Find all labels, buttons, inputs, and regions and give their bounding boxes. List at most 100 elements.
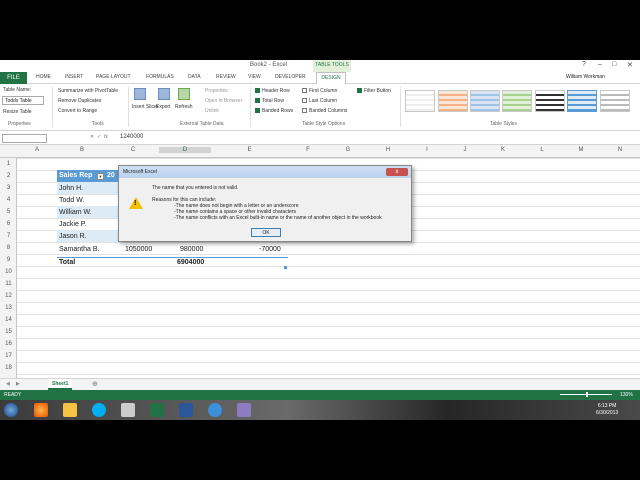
- tab-home[interactable]: HOME: [36, 74, 51, 80]
- formula-input[interactable]: 1240000: [120, 134, 143, 140]
- enter-icon[interactable]: ✓: [97, 134, 101, 140]
- cancel-icon[interactable]: ✕: [90, 134, 94, 140]
- row-header[interactable]: 4: [0, 197, 17, 203]
- row-header[interactable]: 1: [0, 161, 17, 167]
- header-row-checkbox[interactable]: Header Row: [255, 88, 290, 94]
- refresh-button[interactable]: Refresh: [175, 104, 193, 110]
- banded-columns-checkbox[interactable]: Banded Columns: [302, 108, 347, 114]
- column-header[interactable]: M: [562, 147, 600, 153]
- word-icon[interactable]: [179, 403, 193, 417]
- column-header[interactable]: I: [408, 147, 446, 153]
- table-style-swatch[interactable]: [470, 90, 500, 112]
- rep-cell[interactable]: William W.: [59, 209, 92, 216]
- row-header[interactable]: 2: [0, 173, 17, 179]
- column-header-selected[interactable]: D: [159, 147, 211, 153]
- help-icon[interactable]: ?: [582, 61, 586, 68]
- rep-cell[interactable]: John H.: [59, 185, 83, 192]
- fx-icon[interactable]: fx: [104, 134, 108, 140]
- row-header[interactable]: 7: [0, 233, 17, 239]
- tab-page-layout[interactable]: PAGE LAYOUT: [96, 74, 131, 80]
- convert-to-range-button[interactable]: Convert to Range: [58, 108, 97, 114]
- remove-duplicates-button[interactable]: Remove Duplicates: [58, 98, 101, 104]
- rep-cell[interactable]: Jackie P.: [59, 221, 87, 228]
- row-header[interactable]: 5: [0, 209, 17, 215]
- tab-view[interactable]: VIEW: [248, 74, 261, 80]
- ie-icon[interactable]: [208, 403, 222, 417]
- minimize-icon[interactable]: –: [598, 61, 602, 68]
- table-style-swatch[interactable]: [405, 90, 435, 112]
- ok-button[interactable]: OK: [251, 228, 281, 237]
- column-header[interactable]: G: [328, 147, 368, 153]
- properties-button[interactable]: Properties: [205, 88, 228, 94]
- value-cell[interactable]: 980000: [180, 246, 203, 253]
- insert-slicer-button[interactable]: Insert Slicer: [132, 104, 158, 110]
- open-in-browser-button[interactable]: Open in Browser: [205, 98, 242, 104]
- table-style-swatch[interactable]: [438, 90, 468, 112]
- export-button[interactable]: Export: [156, 104, 170, 110]
- rep-cell[interactable]: Jason R.: [59, 233, 87, 240]
- banded-rows-checkbox[interactable]: Banded Rows: [255, 108, 293, 114]
- table-style-swatch[interactable]: [600, 90, 630, 112]
- column-header[interactable]: J: [446, 147, 484, 153]
- sales-rep-header[interactable]: Sales Rep: [59, 172, 92, 179]
- tab-review[interactable]: REVIEW: [216, 74, 236, 80]
- rep-cell[interactable]: Todd W.: [59, 197, 84, 204]
- row-header[interactable]: 15: [0, 329, 17, 335]
- skype-icon[interactable]: [92, 403, 106, 417]
- start-button-icon[interactable]: [4, 403, 18, 417]
- column-header[interactable]: F: [288, 147, 328, 153]
- table-style-swatch-selected[interactable]: [567, 90, 597, 112]
- sheet-next-icon[interactable]: ▶: [16, 381, 20, 387]
- column-header[interactable]: B: [57, 147, 107, 153]
- column-header[interactable]: C: [107, 147, 159, 153]
- last-column-checkbox[interactable]: Last Column: [302, 98, 337, 104]
- table-style-swatch[interactable]: [502, 90, 532, 112]
- row-header[interactable]: 11: [0, 281, 17, 287]
- total-row-checkbox[interactable]: Total Row: [255, 98, 284, 104]
- total-value[interactable]: 6904000: [177, 259, 204, 266]
- first-column-checkbox[interactable]: First Column: [302, 88, 337, 94]
- row-header[interactable]: 16: [0, 341, 17, 347]
- firefox-icon[interactable]: [34, 403, 48, 417]
- column-header[interactable]: L: [522, 147, 562, 153]
- tab-design[interactable]: DESIGN: [316, 72, 346, 84]
- value-cell[interactable]: -70000: [259, 246, 281, 253]
- column-header-cell[interactable]: 20: [107, 172, 115, 179]
- row-header[interactable]: 8: [0, 245, 17, 251]
- resize-table-button[interactable]: Resize Table: [3, 109, 32, 115]
- app-icon[interactable]: [237, 403, 251, 417]
- unlink-button[interactable]: Unlink: [205, 108, 219, 114]
- close-icon[interactable]: ✕: [627, 61, 633, 69]
- user-name[interactable]: William Workman: [566, 74, 605, 80]
- row-header[interactable]: 12: [0, 293, 17, 299]
- tab-data[interactable]: DATA: [188, 74, 201, 80]
- column-header[interactable]: N: [600, 147, 640, 153]
- column-header[interactable]: A: [17, 147, 57, 153]
- row-header[interactable]: 6: [0, 221, 17, 227]
- tab-formulas[interactable]: FORMULAS: [146, 74, 174, 80]
- tab-file[interactable]: FILE: [0, 72, 27, 84]
- tab-insert[interactable]: INSERT: [65, 74, 83, 80]
- filter-button-checkbox[interactable]: Filter Button: [357, 88, 391, 94]
- row-header[interactable]: 14: [0, 317, 17, 323]
- table-name-input[interactable]: Todds Table: [2, 96, 44, 105]
- zoom-level[interactable]: 130%: [620, 392, 633, 398]
- value-cell[interactable]: 1050000: [125, 246, 152, 253]
- column-header[interactable]: E: [211, 147, 288, 153]
- column-header[interactable]: K: [484, 147, 522, 153]
- table-style-swatch[interactable]: [535, 90, 565, 112]
- filter-dropdown-icon[interactable]: ▼: [97, 173, 104, 180]
- folder-icon[interactable]: [63, 403, 77, 417]
- row-header[interactable]: 17: [0, 353, 17, 359]
- row-header[interactable]: 3: [0, 185, 17, 191]
- summarize-pivot-button[interactable]: Summarize with PivotTable: [58, 88, 118, 94]
- row-header[interactable]: 9: [0, 257, 17, 263]
- sheet-prev-icon[interactable]: ◀: [6, 381, 10, 387]
- clock[interactable]: 6:13 PM 6/30/2013: [596, 403, 618, 417]
- excel-icon[interactable]: [150, 403, 164, 417]
- total-label[interactable]: Total: [59, 259, 75, 266]
- add-sheet-icon[interactable]: ⊕: [92, 380, 98, 388]
- row-header[interactable]: 13: [0, 305, 17, 311]
- dialog-close-button[interactable]: x: [386, 168, 408, 176]
- table-resize-handle[interactable]: [284, 266, 287, 269]
